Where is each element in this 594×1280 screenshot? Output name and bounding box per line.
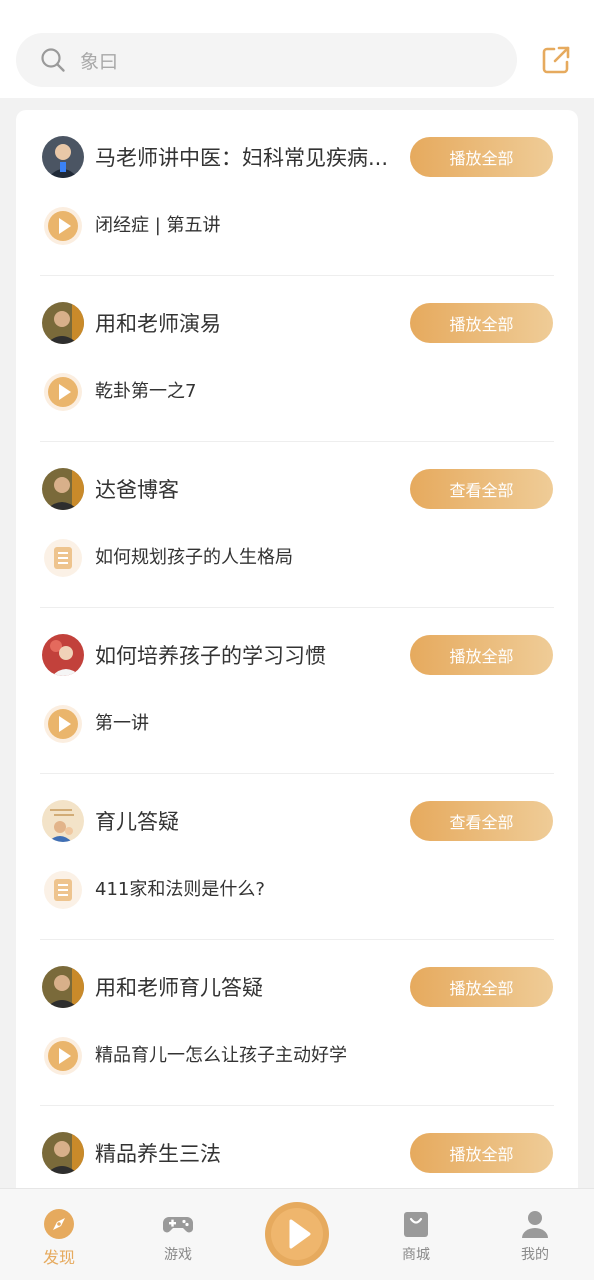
album-title[interactable]: 育儿答疑: [95, 808, 395, 836]
play-all-button[interactable]: 播放全部: [410, 1133, 553, 1173]
compass-icon: [44, 1209, 74, 1239]
tab-mall[interactable]: 商城: [366, 1189, 466, 1280]
view-all-button[interactable]: 查看全部: [410, 801, 553, 841]
view-all-button[interactable]: 查看全部: [410, 469, 553, 509]
tab-label: 商城: [402, 1247, 430, 1263]
track-title[interactable]: 精品育儿一怎么让孩子主动好学: [95, 1044, 347, 1068]
album-group: 育儿答疑 查看全部 411家和法则是什么?: [40, 774, 554, 940]
album-group: 用和老师演易 播放全部 乾卦第一之7: [40, 276, 554, 442]
article-title[interactable]: 如何规划孩子的人生格局: [95, 546, 293, 570]
album-title[interactable]: 用和老师演易: [95, 310, 395, 338]
play-icon[interactable]: [43, 704, 83, 744]
center-play-button[interactable]: [264, 1201, 330, 1267]
avatar[interactable]: [42, 966, 84, 1008]
play-all-button[interactable]: 播放全部: [410, 303, 553, 343]
album-group: 用和老师育儿答疑 播放全部 精品育儿一怎么让孩子主动好学: [40, 940, 554, 1106]
avatar[interactable]: [42, 800, 84, 842]
album-title[interactable]: 用和老师育儿答疑: [95, 974, 395, 1002]
article-title[interactable]: 411家和法则是什么?: [95, 878, 265, 902]
album-title[interactable]: 达爸博客: [95, 476, 395, 504]
avatar[interactable]: [42, 302, 84, 344]
avatar[interactable]: [42, 634, 84, 676]
play-all-button[interactable]: 播放全部: [410, 137, 553, 177]
gamepad-icon: [163, 1217, 193, 1233]
user-icon: [522, 1211, 548, 1238]
header: 象曰: [0, 0, 594, 98]
album-group: 如何培养孩子的学习习惯 播放全部 第一讲: [40, 608, 554, 774]
search-placeholder: 象曰: [80, 50, 119, 73]
track-title[interactable]: 第一讲: [95, 712, 149, 736]
album-title[interactable]: 马老师讲中医：妇科常见疾病...: [95, 144, 395, 172]
search-icon: [41, 48, 65, 72]
track-title[interactable]: 闭经症 | 第五讲: [95, 214, 221, 238]
document-icon[interactable]: [43, 870, 83, 910]
album-group: 精品养生三法 播放全部: [40, 1106, 554, 1200]
tab-label: 我的: [521, 1247, 549, 1263]
album-title[interactable]: 精品养生三法: [95, 1140, 395, 1168]
tab-label: 游戏: [164, 1247, 192, 1263]
play-all-button[interactable]: 播放全部: [410, 967, 553, 1007]
avatar[interactable]: [42, 1132, 84, 1174]
album-group: 达爸博客 查看全部 如何规划孩子的人生格局: [40, 442, 554, 608]
album-group: 马老师讲中医：妇科常见疾病... 播放全部 闭经症 | 第五讲: [40, 110, 554, 276]
tab-discover[interactable]: 发现: [9, 1189, 109, 1280]
share-icon[interactable]: [541, 45, 571, 75]
play-icon[interactable]: [43, 372, 83, 412]
play-all-button[interactable]: 播放全部: [410, 635, 553, 675]
tab-mine[interactable]: 我的: [485, 1189, 585, 1280]
tab-games[interactable]: 游戏: [128, 1189, 228, 1280]
search-bar[interactable]: 象曰: [16, 33, 517, 87]
avatar[interactable]: [42, 468, 84, 510]
avatar[interactable]: [42, 136, 84, 178]
track-title[interactable]: 乾卦第一之7: [95, 380, 196, 404]
shopping-bag-icon: [404, 1212, 428, 1237]
play-icon[interactable]: [43, 1036, 83, 1076]
tab-label: 发现: [42, 1248, 75, 1267]
play-icon[interactable]: [43, 206, 83, 246]
feed-card: 马老师讲中医：妇科常见疾病... 播放全部 闭经症 | 第五讲 用和老师演易 播…: [16, 110, 578, 1200]
document-icon[interactable]: [43, 538, 83, 578]
album-title[interactable]: 如何培养孩子的学习习惯: [95, 642, 395, 670]
